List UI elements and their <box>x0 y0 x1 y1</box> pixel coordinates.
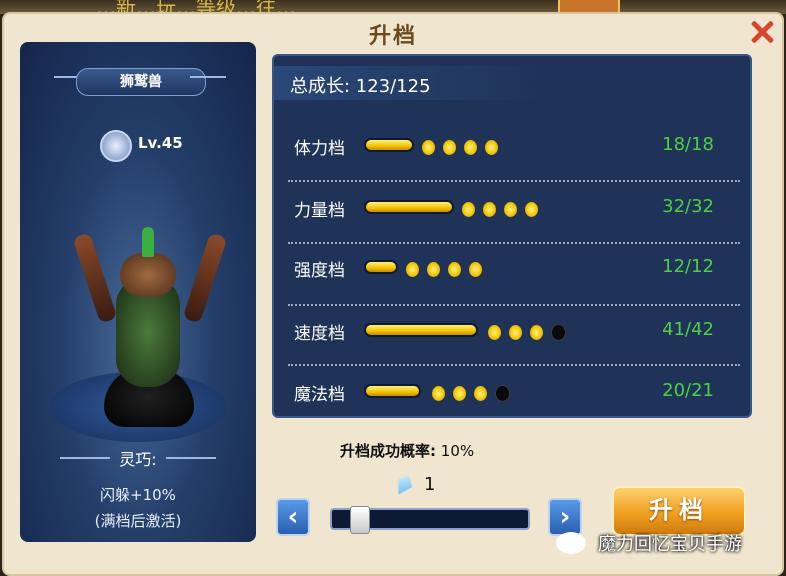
row-progress-bar <box>366 202 452 212</box>
pet-level: Lv.45 <box>138 134 183 152</box>
row-pips <box>422 137 506 156</box>
level-badge-icon <box>100 130 132 162</box>
row-value: 20/21 <box>662 380 714 401</box>
slider-handle[interactable] <box>350 506 370 534</box>
row-pips <box>406 259 490 278</box>
row-progress-bar <box>366 140 412 150</box>
pip-filled <box>427 262 440 277</box>
chevron-left-icon: ‹ <box>287 502 299 532</box>
row-label: 力量档 <box>294 201 345 221</box>
pip-filled <box>525 202 538 217</box>
wing-left <box>72 232 118 324</box>
pet-crest <box>142 227 154 257</box>
bonus-stat-name: 灵巧: <box>20 446 256 470</box>
total-growth-banner: 总成长: 123/125 <box>274 66 542 100</box>
row-pips <box>432 383 518 402</box>
pip-filled <box>530 325 543 340</box>
success-rate: 升档成功概率: 10% <box>340 440 474 461</box>
pip-filled <box>483 202 496 217</box>
row-value: 18/18 <box>662 134 714 155</box>
pip-filled <box>469 262 482 277</box>
pip-filled <box>443 140 456 155</box>
wing-right <box>182 232 228 324</box>
pip-filled <box>474 386 487 401</box>
pip-filled <box>422 140 435 155</box>
row-label: 体力档 <box>294 139 345 159</box>
bonus-value: 闪躲+10% <box>100 486 176 504</box>
growth-row: 魔法档 20/21 <box>288 372 740 412</box>
growth-row: 体力档 18/18 <box>288 126 740 166</box>
row-value: 32/32 <box>662 196 714 217</box>
pip-filled <box>462 202 475 217</box>
growth-row: 力量档 32/32 <box>288 188 740 228</box>
growth-panel: 总成长: 123/125 体力档 18/18 力量档 32/32 强度档 12/… <box>272 54 752 418</box>
pip-filled <box>453 386 466 401</box>
activate-note: (满档后激活) <box>94 512 182 530</box>
pip-filled <box>485 140 498 155</box>
growth-row: 速度档 41/42 <box>288 311 740 351</box>
pip-filled <box>448 262 461 277</box>
pet-head <box>120 253 176 297</box>
total-growth: 总成长: 123/125 <box>290 76 431 97</box>
pet-name: 狮鹫兽 <box>76 68 206 96</box>
row-progress-bar <box>366 386 419 396</box>
growth-row: 强度档 12/12 <box>288 248 740 288</box>
row-value: 12/12 <box>662 256 714 277</box>
row-progress-bar <box>366 325 476 335</box>
row-pips <box>462 199 546 218</box>
pip-filled <box>464 140 477 155</box>
decrease-button[interactable]: ‹ <box>276 498 310 536</box>
pip-filled <box>509 325 522 340</box>
row-divider <box>288 180 740 182</box>
pip-filled <box>432 386 445 401</box>
crystal-count: 1 <box>424 474 436 495</box>
success-rate-value: 10% <box>440 442 475 460</box>
close-icon[interactable] <box>748 18 776 46</box>
pip-filled <box>406 262 419 277</box>
row-pips <box>488 322 574 341</box>
pet-panel: 狮鹫兽 Lv.45 灵巧: 闪躲+10% (满档后激活) <box>20 42 256 542</box>
pip-filled <box>488 325 501 340</box>
quantity-slider[interactable] <box>330 506 530 534</box>
row-label: 魔法档 <box>294 385 345 405</box>
pip-empty <box>551 324 566 341</box>
watermark-text: 魔力回忆宝贝手游 <box>598 534 742 555</box>
watermark: 魔力回忆宝贝手游 <box>556 528 778 556</box>
pip-empty <box>495 385 510 402</box>
pip-filled <box>504 202 517 217</box>
row-divider <box>288 364 740 366</box>
row-progress-bar <box>366 262 396 272</box>
banner-ornament-right <box>190 76 226 78</box>
row-divider <box>288 304 740 306</box>
row-label: 速度档 <box>294 324 345 344</box>
row-value: 41/42 <box>662 319 714 340</box>
success-rate-label: 升档成功概率: <box>340 442 436 460</box>
row-label: 强度档 <box>294 261 345 281</box>
wechat-icon <box>556 532 586 554</box>
row-divider <box>288 242 740 244</box>
